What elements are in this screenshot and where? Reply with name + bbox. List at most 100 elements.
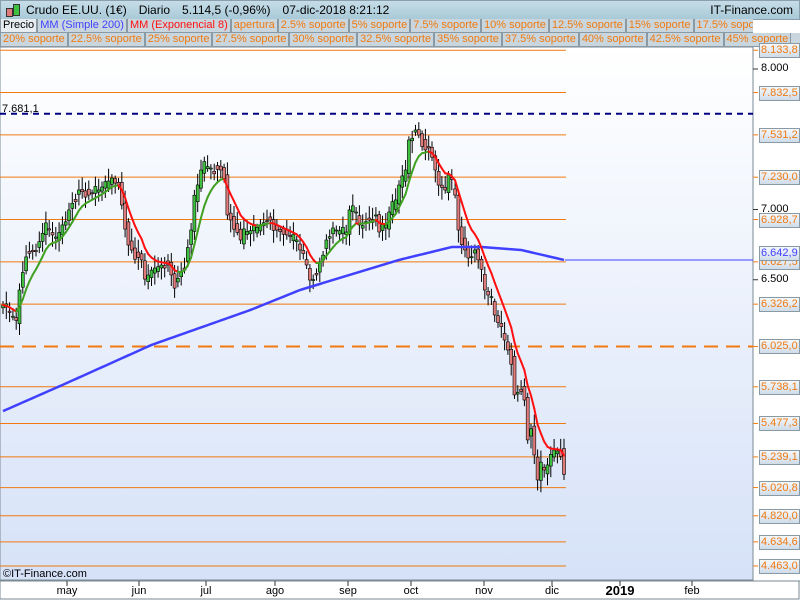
candle-body bbox=[242, 228, 246, 245]
candle-body bbox=[228, 212, 233, 221]
candle-body bbox=[186, 247, 190, 262]
legend-item[interactable]: 20% soporte bbox=[0, 33, 68, 47]
candle-body bbox=[146, 274, 150, 282]
candle-body bbox=[225, 174, 230, 216]
legend-item[interactable]: Precio bbox=[0, 19, 38, 33]
candle-body bbox=[202, 161, 207, 174]
candle-body bbox=[383, 224, 388, 229]
candle-body bbox=[192, 194, 197, 232]
legend-item[interactable]: 7.5% soporte bbox=[410, 19, 482, 33]
candle-body bbox=[53, 236, 58, 239]
candle-body bbox=[176, 277, 180, 283]
legend-item[interactable]: 2.5% soporte bbox=[277, 19, 349, 33]
price-chart bbox=[0, 46, 800, 600]
legend-item[interactable]: 15% soporte bbox=[625, 19, 694, 33]
instrument-name: Crudo EE.UU. (1€) bbox=[26, 3, 127, 17]
candle-body bbox=[304, 259, 309, 266]
candle-body bbox=[80, 189, 84, 192]
candle-body bbox=[7, 310, 12, 313]
candle-body bbox=[83, 190, 88, 198]
datetime: 07-dic-2018 8:21:12 bbox=[282, 3, 390, 17]
candle-body bbox=[443, 187, 448, 191]
candle-body bbox=[400, 175, 405, 188]
legend-item[interactable]: 17.5% soporte bbox=[693, 19, 753, 33]
legend-item[interactable]: 12.5% soporte bbox=[548, 19, 626, 33]
candle-body bbox=[11, 315, 15, 318]
candle-body bbox=[136, 251, 141, 258]
candle-body bbox=[512, 355, 517, 396]
brand: IT-Finance.com bbox=[710, 3, 793, 17]
legend-item[interactable]: 30% soporte bbox=[289, 33, 358, 47]
candle-body bbox=[90, 192, 94, 195]
legend-item[interactable]: 37.5% soporte bbox=[501, 33, 579, 47]
legend-item[interactable]: 5% soporte bbox=[348, 19, 411, 33]
candle-body bbox=[126, 221, 131, 246]
candle-body bbox=[255, 227, 259, 234]
x-tick-label: sep bbox=[339, 585, 357, 597]
candle-body bbox=[238, 228, 243, 241]
candle-body bbox=[525, 397, 530, 441]
candle-body bbox=[24, 256, 28, 272]
candle-body bbox=[367, 217, 372, 221]
candle-body bbox=[393, 199, 398, 210]
legend-item[interactable]: MM (Exponencial 8) bbox=[126, 19, 231, 33]
x-tick-label: oct bbox=[403, 585, 419, 597]
candle-body bbox=[20, 272, 25, 288]
support-level-label: 8.133,8 bbox=[759, 43, 800, 59]
candle-body bbox=[301, 250, 306, 254]
candle-body bbox=[265, 220, 269, 222]
candle-body bbox=[113, 178, 117, 184]
legend-item[interactable]: apertura bbox=[230, 19, 278, 33]
candle-body bbox=[70, 202, 75, 209]
legend-row-2: 20% soporte 22.5% soporte 25% soporte 27.5%… bbox=[0, 33, 800, 47]
candle-body bbox=[529, 428, 533, 437]
candle-body bbox=[479, 258, 484, 270]
candle-body bbox=[552, 449, 556, 458]
candle-body bbox=[73, 199, 78, 203]
legend-row-1: Precio MM (Simple 200) MM (Exponencial 8) a… bbox=[0, 19, 753, 33]
candle-body bbox=[360, 225, 365, 229]
x-tick-label: 2019 bbox=[605, 583, 635, 598]
candle-body bbox=[314, 273, 319, 276]
candle-body bbox=[436, 171, 441, 186]
candle-body bbox=[331, 227, 335, 235]
candle-body bbox=[545, 464, 550, 475]
candle-body bbox=[212, 171, 216, 175]
support-level-label: 5.738,1 bbox=[759, 379, 800, 395]
y-tick-label: 6.500 bbox=[761, 272, 789, 285]
candle-body bbox=[149, 269, 154, 278]
candle-body bbox=[469, 256, 474, 259]
legend-item[interactable]: MM (Simple 200) bbox=[37, 19, 127, 33]
candle-body bbox=[426, 146, 431, 149]
candle-body bbox=[294, 239, 299, 243]
candle-body bbox=[47, 228, 52, 231]
candle-body bbox=[502, 333, 507, 341]
legend-item[interactable]: 22.5% soporte bbox=[67, 33, 145, 47]
candle-body bbox=[153, 267, 157, 274]
candle-body bbox=[50, 232, 55, 236]
candle-body bbox=[123, 202, 127, 230]
candlestick-logo-icon bbox=[5, 3, 21, 17]
sma200-value-label: 6.642,9 bbox=[759, 245, 800, 261]
candle-body bbox=[77, 189, 81, 195]
candle-body bbox=[67, 209, 71, 221]
candle-body bbox=[509, 349, 514, 365]
copyright: ©IT-Finance.com bbox=[3, 568, 87, 580]
legend-item[interactable]: 10% soporte bbox=[481, 19, 549, 33]
candle-body bbox=[416, 129, 421, 136]
candle-body bbox=[456, 195, 461, 231]
legend-item[interactable]: 35% soporte bbox=[434, 33, 502, 47]
x-tick-label: feb bbox=[684, 585, 700, 597]
candle-body bbox=[27, 251, 32, 254]
support-level-label: 7.832,5 bbox=[759, 85, 800, 101]
legend-item[interactable]: 40% soporte bbox=[578, 33, 647, 47]
candle-body bbox=[278, 229, 283, 232]
legend-item[interactable]: 25% soporte bbox=[144, 33, 213, 47]
candle-body bbox=[473, 249, 477, 254]
candle-body bbox=[100, 186, 104, 192]
candle-body bbox=[189, 229, 193, 245]
legend-item[interactable]: 32.5% soporte bbox=[357, 33, 435, 47]
legend-item[interactable]: 27.5% soporte bbox=[212, 33, 290, 47]
candle-body bbox=[413, 129, 418, 133]
legend-item[interactable]: 42.5% soporte bbox=[646, 33, 724, 47]
